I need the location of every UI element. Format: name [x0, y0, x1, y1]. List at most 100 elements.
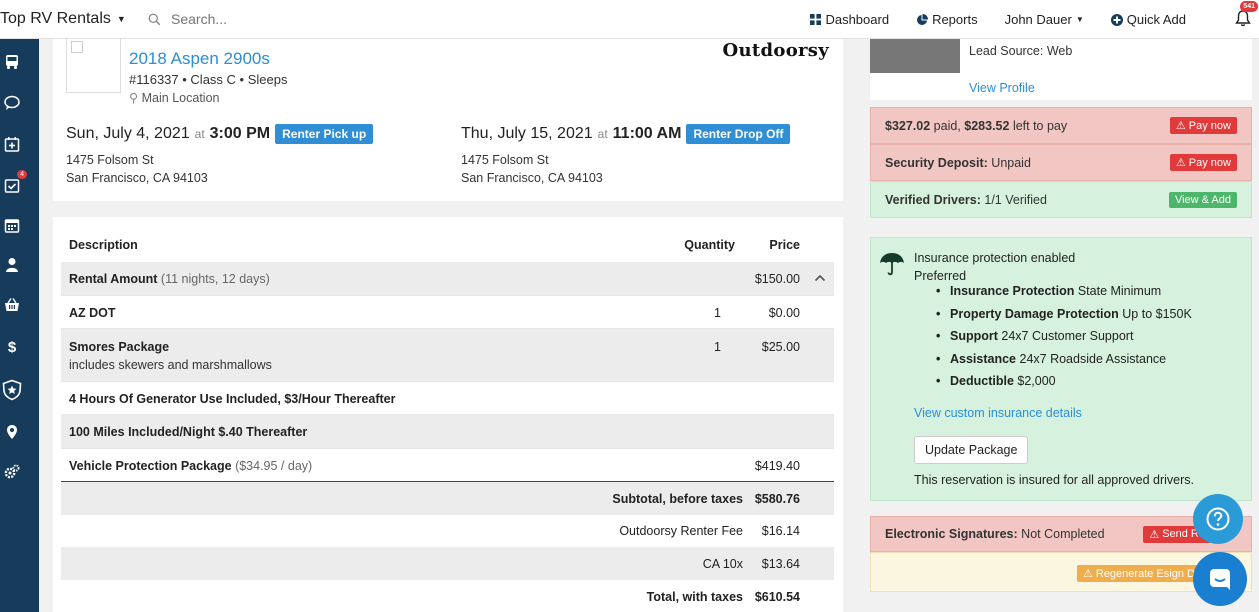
search-input[interactable]: [171, 11, 471, 27]
brand-menu[interactable]: Top RV Rentals ▼: [0, 10, 138, 28]
row-description: 4 Hours Of Generator Use Included, $3/Ho…: [69, 392, 396, 406]
insurance-plan: Preferred: [914, 269, 967, 283]
insurance-details-link[interactable]: View custom insurance details: [914, 406, 1082, 420]
dropoff-at: at: [597, 127, 608, 141]
row-price: $150.00: [754, 272, 800, 286]
coverage-value: $2,000: [1017, 374, 1056, 388]
vehicle-location-text: Main Location: [141, 91, 220, 105]
table-row[interactable]: Rental Amount (11 nights, 12 days) $150.…: [61, 262, 834, 296]
search-box[interactable]: [148, 11, 471, 27]
drivers-status-text: Verified Drivers: 1/1 Verified: [885, 193, 1047, 207]
caret-down-icon: ▼: [116, 14, 126, 24]
plus-circle-icon: [1110, 13, 1123, 26]
total-label: Total, with taxes: [646, 590, 743, 604]
umbrella-icon: [880, 253, 904, 276]
drivers-status-row: Verified Drivers: 1/1 Verified View & Ad…: [870, 181, 1252, 218]
coverage-value: State Minimum: [1077, 284, 1162, 298]
renter-dropoff-badge: Renter Drop Off: [686, 124, 791, 144]
table-row: 100 Miles Included/Night $.40 Thereafter: [61, 415, 834, 449]
vehicle-title-link[interactable]: 2018 Aspen 2900s: [129, 49, 270, 69]
row-description-detail: ($34.95 / day): [235, 459, 313, 473]
sidebar-calendar-plus-icon[interactable]: [4, 136, 20, 152]
regenerate-esign-button[interactable]: ⚠ Regenerate Esign Do: [1077, 565, 1208, 582]
table-row: Vehicle Protection Package ($34.95 / day…: [61, 449, 834, 482]
pickup-address-line1: 1475 Folsom St: [66, 153, 154, 167]
quick-add-label: Quick Add: [1126, 12, 1186, 27]
sidebar-basket-icon[interactable]: [4, 297, 20, 313]
quick-add-button[interactable]: Quick Add: [1110, 12, 1186, 27]
pickup-address-line2: San Francisco, CA 94103: [66, 171, 208, 185]
deposit-pay-now-button[interactable]: ⚠ Pay now: [1169, 154, 1237, 171]
help-button[interactable]: [1193, 494, 1243, 544]
row-description: 100 Miles Included/Night $.40 Thereafter: [69, 425, 308, 439]
total-row: Total, with taxes $610.54: [61, 580, 834, 612]
subtotal-label: Subtotal, before taxes: [612, 492, 743, 506]
chevron-up-icon[interactable]: [814, 272, 826, 284]
sidebar-dollar-icon[interactable]: $: [4, 338, 20, 354]
pay-now-button[interactable]: ⚠ Pay now: [1169, 117, 1237, 134]
top-bar: Top RV Rentals ▼ Dashboard Reports John …: [0, 0, 1259, 39]
brand-name: Top RV Rentals: [0, 10, 111, 27]
insurance-footer: This reservation is insured for all appr…: [914, 473, 1194, 487]
thumbnail-placeholder-icon: [71, 41, 83, 53]
row-price: $25.00: [761, 340, 800, 354]
sidebar-chat-icon[interactable]: [4, 95, 20, 111]
vehicle-thumbnail[interactable]: [66, 39, 121, 93]
insurance-card: Insurance protection enabled Preferred •…: [870, 237, 1252, 501]
regenerate-esign-label: Regenerate Esign Do: [1095, 567, 1202, 580]
drivers-status: 1/1 Verified: [984, 192, 1047, 207]
dropoff-time: 11:00 AM: [612, 125, 682, 142]
lead-source: Lead Source: Web: [969, 44, 1073, 58]
row-description-detail: (11 nights, 12 days): [160, 272, 270, 286]
subtotal-value: $580.76: [754, 492, 800, 506]
insurance-title: Insurance protection enabled: [914, 251, 1076, 265]
esign-label: Electronic Signatures:: [885, 527, 1018, 541]
insurance-coverage-list: • Insurance Protection State Minimum • Pro…: [936, 284, 1192, 397]
renter-fee-value: $16.14: [761, 524, 800, 538]
row-quantity: 1: [714, 340, 721, 354]
tax-label: CA 10x: [702, 557, 743, 571]
warning-icon: ⚠: [1175, 120, 1186, 132]
svg-text:$: $: [8, 339, 17, 354]
bottom-strip: [870, 592, 1252, 612]
sidebar-map-pin-icon[interactable]: [4, 424, 20, 440]
tax-value: $13.64: [761, 557, 800, 571]
pickup-date: Sun, July 4, 2021: [66, 125, 190, 142]
pricing-header-row: Description Quantity Price: [61, 228, 834, 262]
row-description: Smores Package: [69, 340, 170, 354]
pickup-time: 3:00 PM: [209, 125, 271, 142]
insurance-heading: Insurance protection enabled Preferred: [914, 249, 1075, 285]
warning-icon: ⚠: [1175, 157, 1186, 169]
dashboard-icon: [810, 14, 822, 25]
renter-fee-label: Outdoorsy Renter Fee: [619, 524, 743, 538]
user-menu[interactable]: John Dauer ▼: [1005, 12, 1084, 27]
tax-row: CA 10x $13.64: [61, 547, 834, 580]
table-row: Smores Package includes skewers and marsh…: [61, 329, 834, 382]
sidebar-calendar-check-icon[interactable]: 4: [4, 170, 27, 193]
row-price: $0.00: [768, 306, 800, 320]
list-item: • Deductible $2,000: [936, 374, 1056, 388]
sidebar-bus-icon[interactable]: [4, 54, 20, 70]
chat-launcher-button[interactable]: [1193, 552, 1247, 606]
tasks-count-badge: 4: [17, 170, 27, 179]
sidebar-gears-icon[interactable]: [4, 464, 20, 480]
left-word: left to pay: [1012, 118, 1068, 133]
sidebar-user-icon[interactable]: [4, 257, 20, 273]
notifications-button[interactable]: 541: [1235, 0, 1258, 30]
nav-reports[interactable]: Reports: [916, 12, 978, 27]
chat-bubble-icon: [1210, 569, 1230, 590]
question-icon: [1206, 507, 1230, 531]
list-item: • Insurance Protection State Minimum: [936, 284, 1162, 298]
view-add-drivers-button[interactable]: View & Add: [1168, 191, 1237, 208]
vehicle-location: ⚲ Main Location: [129, 90, 219, 105]
sidebar-calendar-icon[interactable]: [4, 217, 20, 233]
top-nav: Dashboard Reports John Dauer ▼ Quick Add…: [810, 0, 1259, 39]
sidebar-shield-icon[interactable]: [1, 379, 23, 401]
warning-icon: ⚠: [1083, 568, 1093, 580]
list-item: • Assistance 24x7 Roadside Assistance: [936, 351, 1167, 366]
update-package-button[interactable]: Update Package: [914, 436, 1029, 464]
coverage-name: Insurance Protection: [950, 284, 1075, 298]
nav-dashboard[interactable]: Dashboard: [810, 12, 889, 27]
view-profile-link[interactable]: View Profile: [969, 81, 1035, 95]
row-price: $419.40: [754, 459, 800, 473]
